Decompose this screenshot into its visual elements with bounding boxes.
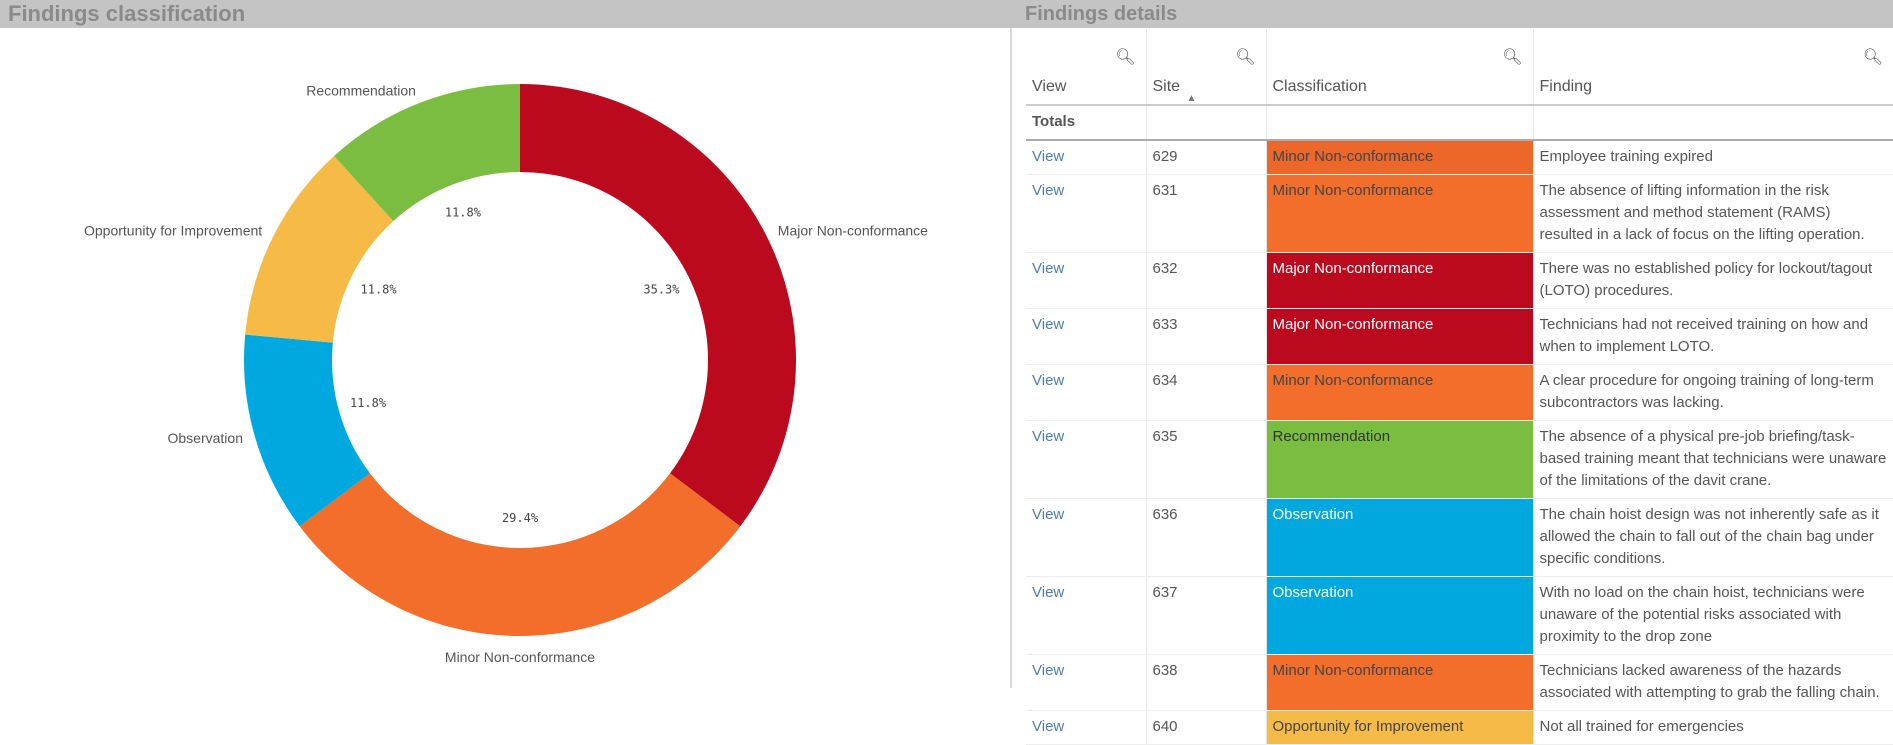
view-link[interactable]: View xyxy=(1026,364,1146,421)
finding-cell: There was no established policy for lock… xyxy=(1532,252,1893,309)
table-row: View 638 Minor Non-conformance Technicia… xyxy=(1026,654,1893,711)
view-link[interactable]: View xyxy=(1026,654,1146,711)
site-cell: 637 xyxy=(1145,576,1266,655)
donut-chart: 35.3% Major Non-conformance 29.4% Minor Non… xyxy=(84,82,928,665)
view-link[interactable]: View xyxy=(1026,576,1146,655)
finding-cell: With no load on the chain hoist, technic… xyxy=(1532,576,1893,655)
view-link[interactable]: View xyxy=(1026,252,1146,309)
findings-classification-title: Findings classification xyxy=(0,0,1010,28)
totals-label: Totals xyxy=(1026,105,1146,141)
donut-chart-panel: 35.3% Major Non-conformance 29.4% Minor Non… xyxy=(0,28,1010,688)
panel-divider xyxy=(1010,28,1012,688)
finding-cell: Technicians had not received training on… xyxy=(1532,308,1893,365)
classification-cell: Major Non-conformance xyxy=(1265,308,1533,365)
table-row: View 634 Minor Non-conformance A clear p… xyxy=(1026,364,1893,421)
donut-slice[interactable] xyxy=(520,84,797,527)
site-cell: 633 xyxy=(1145,308,1266,365)
site-cell: 638 xyxy=(1145,654,1266,711)
classification-cell: Observation xyxy=(1265,576,1533,655)
slice-category-label: Observation xyxy=(168,430,243,446)
classification-cell: Major Non-conformance xyxy=(1265,252,1533,309)
classification-cell: Minor Non-conformance xyxy=(1265,364,1533,421)
view-link[interactable]: View xyxy=(1026,174,1146,253)
table-row: View 637 Observation With no load on the… xyxy=(1026,576,1893,655)
column-header-site[interactable]: Site 🔍︎ ▲ xyxy=(1145,29,1266,106)
header-label: Finding xyxy=(1539,78,1592,95)
slice-category-label: Recommendation xyxy=(306,82,416,98)
site-cell: 631 xyxy=(1145,174,1266,253)
classification-cell: Observation xyxy=(1265,498,1533,577)
classification-cell: Minor Non-conformance xyxy=(1265,140,1533,175)
totals-cell xyxy=(1265,105,1533,141)
search-icon[interactable]: 🔍︎ xyxy=(1863,47,1883,67)
table-row: View 629 Minor Non-conformance Employee … xyxy=(1026,140,1893,175)
finding-cell: The absence of lifting information in th… xyxy=(1532,174,1893,253)
classification-cell: Recommendation xyxy=(1265,420,1533,499)
finding-cell: Not all trained for emergencies xyxy=(1532,710,1893,745)
finding-cell: The chain hoist design was not inherentl… xyxy=(1532,498,1893,577)
finding-cell: The absence of a physical pre-job briefi… xyxy=(1532,420,1893,499)
view-link[interactable]: View xyxy=(1026,308,1146,365)
column-header-classification[interactable]: Classification 🔍︎ xyxy=(1265,29,1533,106)
donut-slice[interactable] xyxy=(299,473,741,637)
classification-cell: Opportunity for Improvement xyxy=(1265,710,1533,745)
search-icon[interactable]: 🔍︎ xyxy=(1115,47,1135,67)
header-label: View xyxy=(1032,78,1067,95)
site-cell: 629 xyxy=(1145,140,1266,175)
column-header-view[interactable]: View 🔍︎ xyxy=(1026,29,1146,106)
findings-details-title: Findings details xyxy=(1010,0,1893,28)
site-cell: 636 xyxy=(1145,498,1266,577)
finding-cell: Employee training expired xyxy=(1532,140,1893,175)
slice-percent-label: 11.8% xyxy=(445,206,482,220)
search-icon[interactable]: 🔍︎ xyxy=(1235,47,1255,67)
slice-category-label: Major Non-conformance xyxy=(778,223,928,239)
findings-table: View 🔍︎ Site 🔍︎ ▲ Classification 🔍︎ Finding 🔍… xyxy=(1026,29,1893,745)
slice-percent-label: 11.8% xyxy=(350,396,387,410)
finding-cell: Technicians lacked awareness of the haza… xyxy=(1532,654,1893,711)
finding-cell: A clear procedure for ongoing training o… xyxy=(1532,364,1893,421)
site-cell: 634 xyxy=(1145,364,1266,421)
table-row: View 633 Major Non-conformance Technicia… xyxy=(1026,308,1893,365)
slice-percent-label: 11.8% xyxy=(361,283,398,297)
site-cell: 640 xyxy=(1145,710,1266,745)
table-row: View 631 Minor Non-conformance The absen… xyxy=(1026,174,1893,253)
classification-cell: Minor Non-conformance xyxy=(1265,654,1533,711)
slice-category-label: Opportunity for Improvement xyxy=(84,223,262,239)
site-cell: 632 xyxy=(1145,252,1266,309)
totals-cell xyxy=(1145,105,1266,141)
view-link[interactable]: View xyxy=(1026,420,1146,499)
header-label: Site xyxy=(1152,78,1181,95)
table-row: View 632 Major Non-conformance There was… xyxy=(1026,252,1893,309)
totals-row: Totals xyxy=(1026,105,1893,141)
table-row: View 636 Observation The chain hoist des… xyxy=(1026,498,1893,577)
slice-category-label: Minor Non-conformance xyxy=(445,649,595,665)
table-row: View 635 Recommendation The absence of a… xyxy=(1026,420,1893,499)
site-cell: 635 xyxy=(1145,420,1266,499)
classification-cell: Minor Non-conformance xyxy=(1265,174,1533,253)
header-label: Classification xyxy=(1272,78,1367,95)
totals-cell xyxy=(1532,105,1893,141)
slice-percent-label: 29.4% xyxy=(502,511,539,525)
table-row: View 640 Opportunity for Improvement Not… xyxy=(1026,710,1893,745)
column-header-finding[interactable]: Finding 🔍︎ xyxy=(1532,29,1893,106)
view-link[interactable]: View xyxy=(1026,710,1146,745)
slice-percent-label: 35.3% xyxy=(643,283,680,297)
sort-ascending-icon[interactable]: ▲ xyxy=(1187,93,1197,104)
view-link[interactable]: View xyxy=(1026,140,1146,175)
search-icon[interactable]: 🔍︎ xyxy=(1502,47,1522,67)
view-link[interactable]: View xyxy=(1026,498,1146,577)
